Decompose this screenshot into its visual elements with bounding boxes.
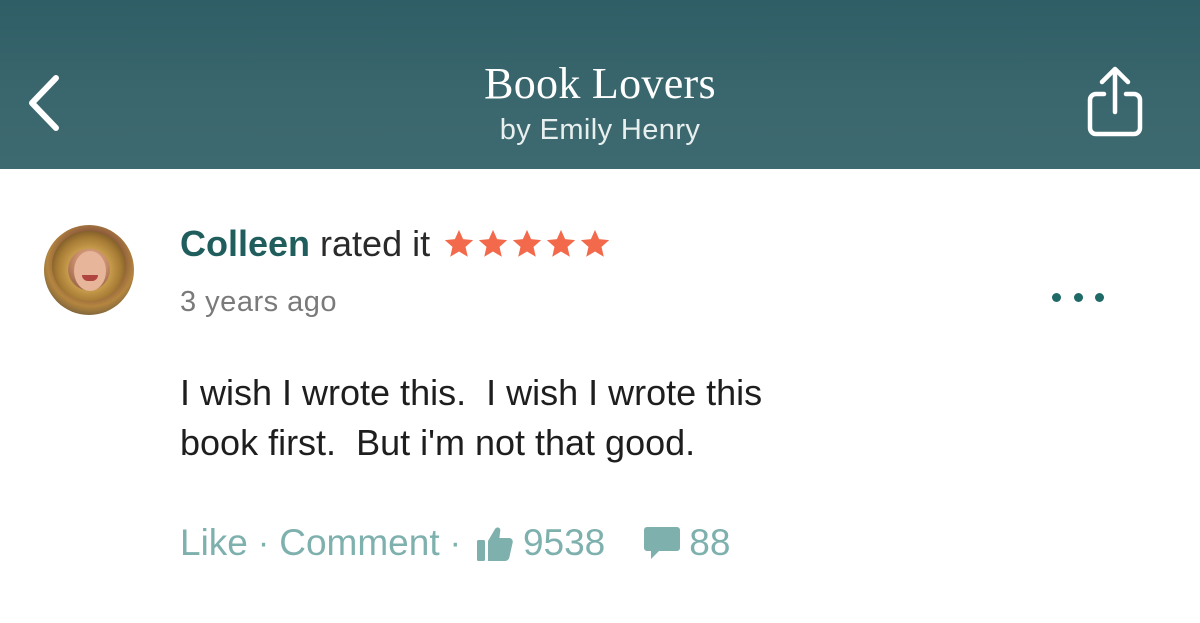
star-icon <box>580 229 610 257</box>
avatar[interactable] <box>44 225 134 315</box>
more-options-icon-dot <box>1073 292 1083 302</box>
comments-count[interactable]: 88 <box>689 522 730 564</box>
likes-count[interactable]: 9538 <box>523 522 605 564</box>
rated-text: rated it <box>320 223 431 264</box>
avatar-face <box>74 251 106 291</box>
comment-bubble-icon <box>644 527 681 559</box>
top-bar: Book Lovers by Emily Henry <box>0 0 1200 169</box>
review-body: I wish I wrote this. I wish I wrote this… <box>180 372 763 463</box>
more-options-icon <box>1052 292 1061 302</box>
book-header: Book Lovers by Emily Henry <box>0 58 1200 148</box>
like-link[interactable]: Like <box>180 522 248 564</box>
comment-link[interactable]: Comment <box>279 522 439 564</box>
book-title: Book Lovers <box>484 59 716 108</box>
separator: · <box>449 523 461 562</box>
separator: · <box>257 523 270 562</box>
thumbs-up-icon <box>476 527 513 561</box>
user-name-link[interactable]: Colleen <box>180 223 310 265</box>
star-rating <box>442 227 612 261</box>
timestamp: 3 years ago <box>180 286 338 318</box>
star-icon <box>444 229 474 257</box>
rating-line: Colleen rated it <box>180 222 612 266</box>
more-options-button[interactable] <box>1052 288 1104 306</box>
more-options-icon-dot <box>1095 292 1104 302</box>
share-button[interactable] <box>1082 64 1148 140</box>
star-icon <box>512 229 542 257</box>
review-actions: Like · Comment · 9538 88 <box>180 518 730 568</box>
book-author: by Emily Henry <box>499 114 701 146</box>
star-icon <box>478 229 508 257</box>
star-icon <box>546 229 576 257</box>
share-icon <box>1087 66 1143 137</box>
